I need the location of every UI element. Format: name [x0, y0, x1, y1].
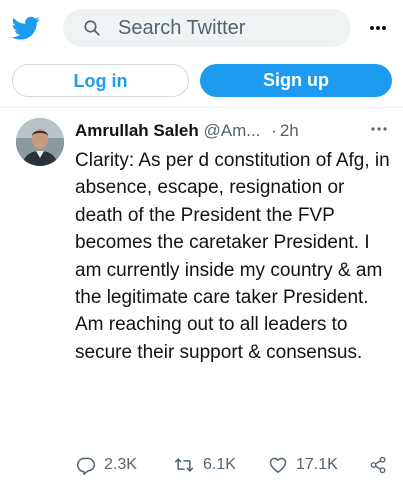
reply-count: 2.3K [104, 456, 137, 473]
tweet-text: Clarity: As per d constitution of Afg, i… [75, 150, 390, 363]
reply-button[interactable]: 2.3K [76, 454, 137, 476]
divider [0, 107, 403, 108]
twitter-bird-icon[interactable] [12, 14, 40, 42]
retweet-button[interactable]: 6.1K [173, 454, 236, 476]
reply-icon [76, 457, 96, 475]
tweet-actions: 2.3K 6.1K 17.1K [0, 450, 403, 480]
more-icon[interactable] [369, 122, 389, 136]
retweet-count: 6.1K [203, 456, 236, 473]
search-icon [84, 20, 100, 36]
like-count: 17.1K [296, 456, 338, 473]
author-name[interactable]: Amrullah Saleh [75, 121, 199, 140]
separator-dot: · [271, 121, 277, 140]
search-input[interactable]: Search Twitter [63, 9, 351, 47]
more-icon[interactable] [367, 18, 389, 38]
search-placeholder: Search Twitter [118, 17, 246, 39]
tweet-header: Amrullah Saleh @Am... · 2h [75, 121, 299, 143]
like-button[interactable]: 17.1K [268, 454, 338, 476]
signup-button[interactable]: Sign up [200, 64, 392, 97]
tweet-time[interactable]: 2h [280, 121, 299, 140]
auth-bar: Log in Sign up [0, 56, 403, 106]
login-button[interactable]: Log in [12, 64, 189, 97]
avatar[interactable] [16, 118, 64, 166]
like-icon [269, 457, 287, 473]
top-bar: Search Twitter [0, 0, 403, 56]
retweet-icon [174, 458, 194, 472]
share-icon[interactable] [369, 456, 387, 474]
author-handle[interactable]: @Am... [204, 121, 261, 140]
